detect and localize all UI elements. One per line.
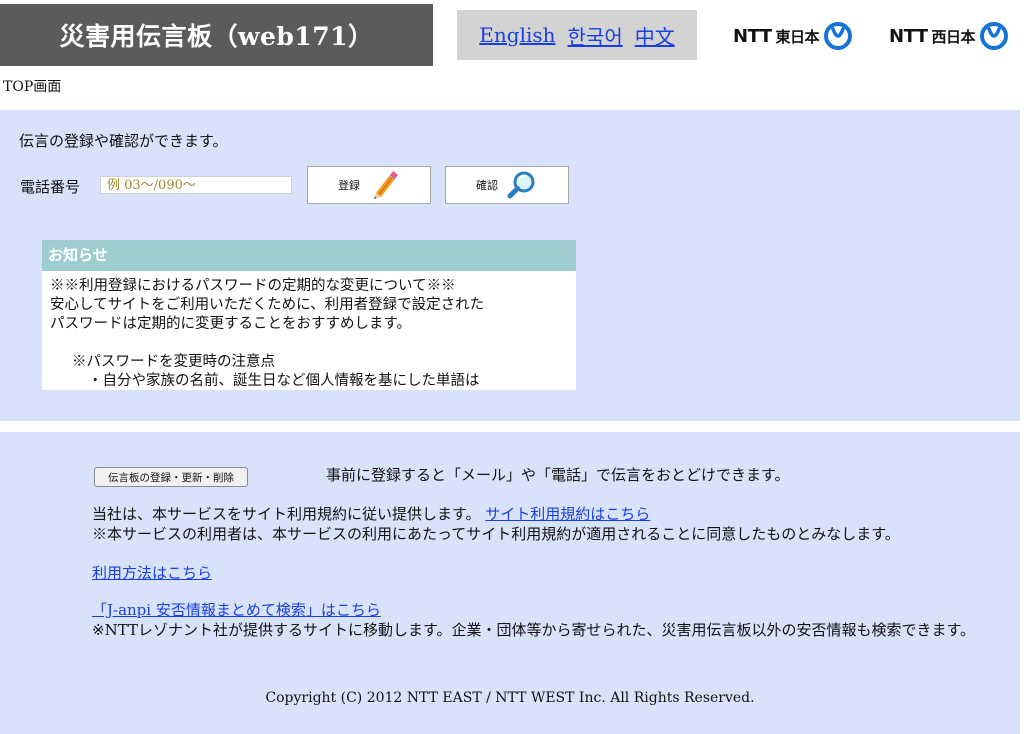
- header: 災害用伝言板（web171） English 한국어 中文 NTT 東日本 NTT…: [0, 0, 1024, 72]
- ntt-east-logo[interactable]: NTT 東日本: [733, 20, 853, 52]
- ntt-west-logo[interactable]: NTT 西日本: [889, 20, 1009, 52]
- lang-link-english[interactable]: English: [479, 23, 555, 47]
- notice-box[interactable]: お知らせ ※※利用登録におけるパスワードの定期的な変更について※※ 安心してサイ…: [42, 240, 576, 390]
- ntt-west-mark: NTT: [889, 25, 928, 47]
- language-selector: English 한국어 中文: [457, 10, 697, 60]
- terms-note: ※本サービスの利用者は、本サービスの利用にあたってサイト利用規約が適用されること…: [92, 525, 900, 543]
- janpi-note: ※NTTレゾナント社が提供するサイトに移動します。企業・団体等から寄せられた、災…: [92, 621, 975, 639]
- notice-body: ※※利用登録におけるパスワードの定期的な変更について※※ 安心してサイトをご利用…: [42, 271, 576, 390]
- notice-blank-line: [50, 334, 568, 353]
- confirm-button[interactable]: 確認: [445, 166, 569, 204]
- howto-section: 利用方法はこちら: [92, 563, 212, 583]
- notice-line: パスワードは定期的に変更することをおすすめします。: [50, 316, 412, 332]
- register-button[interactable]: 登録: [307, 166, 431, 204]
- page-label: TOP画面: [3, 79, 62, 95]
- register-button-label: 登録: [338, 179, 360, 192]
- ntt-west-region: 西日本: [931, 27, 976, 46]
- lang-link-korean[interactable]: 한국어: [568, 21, 623, 50]
- copyright: Copyright (C) 2012 NTT EAST / NTT WEST I…: [265, 690, 755, 706]
- ntt-logo-icon: [824, 22, 853, 50]
- terms-link[interactable]: サイト利用規約はこちら: [485, 505, 650, 523]
- howto-link[interactable]: 利用方法はこちら: [92, 564, 212, 582]
- intro-text: 伝言の登録や確認ができます。: [19, 132, 228, 150]
- janpi-section: 「J-anpi 安否情報まとめて検索」はこちら ※NTTレゾナント社が提供するサ…: [92, 600, 1004, 640]
- phone-number-input[interactable]: [100, 176, 292, 194]
- magnifier-icon: [507, 171, 535, 199]
- notice-line: 安心してサイトをご利用いただくために、利用者登録で設定された: [50, 297, 485, 313]
- site-title: 災害用伝言板（web171）: [59, 22, 374, 51]
- site-title-box: 災害用伝言板（web171）: [0, 4, 433, 66]
- janpi-link[interactable]: 「J-anpi 安否情報まとめて検索」はこちら: [92, 601, 381, 619]
- notice-line: ・自分や家族の名前、誕生日など個人情報を基にした単語は: [88, 373, 480, 389]
- manage-board-description: 事前に登録すると「メール」や「電話」で伝言をおとどけできます。: [326, 466, 790, 484]
- notice-line: ※パスワードを変更時の注意点: [72, 354, 275, 370]
- phone-label: 電話番号: [20, 178, 81, 196]
- pencil-icon: [374, 171, 398, 199]
- notice-line: ※※利用登録におけるパスワードの定期的な変更について※※: [50, 278, 456, 294]
- message-panel: 伝言の登録や確認ができます。 電話番号 登録 確認 お知らせ ※※利用登録におけ…: [0, 110, 1020, 421]
- terms-text: 当社は、本サービスをサイト利用規約に従い提供します。: [92, 505, 481, 523]
- ntt-logo-icon: [980, 22, 1009, 50]
- terms-section: 当社は、本サービスをサイト利用規約に従い提供します。 サイト利用規約はこちら ※…: [92, 504, 900, 544]
- notice-header: お知らせ: [42, 240, 576, 271]
- ntt-east-region: 東日本: [775, 27, 820, 46]
- manage-board-button[interactable]: 伝言板の登録・更新・削除: [94, 467, 248, 487]
- info-panel: 伝言板の登録・更新・削除 事前に登録すると「メール」や「電話」で伝言をおとどけで…: [0, 432, 1020, 734]
- ntt-east-mark: NTT: [733, 25, 772, 47]
- lang-link-chinese[interactable]: 中文: [635, 21, 675, 50]
- confirm-button-label: 確認: [476, 179, 498, 192]
